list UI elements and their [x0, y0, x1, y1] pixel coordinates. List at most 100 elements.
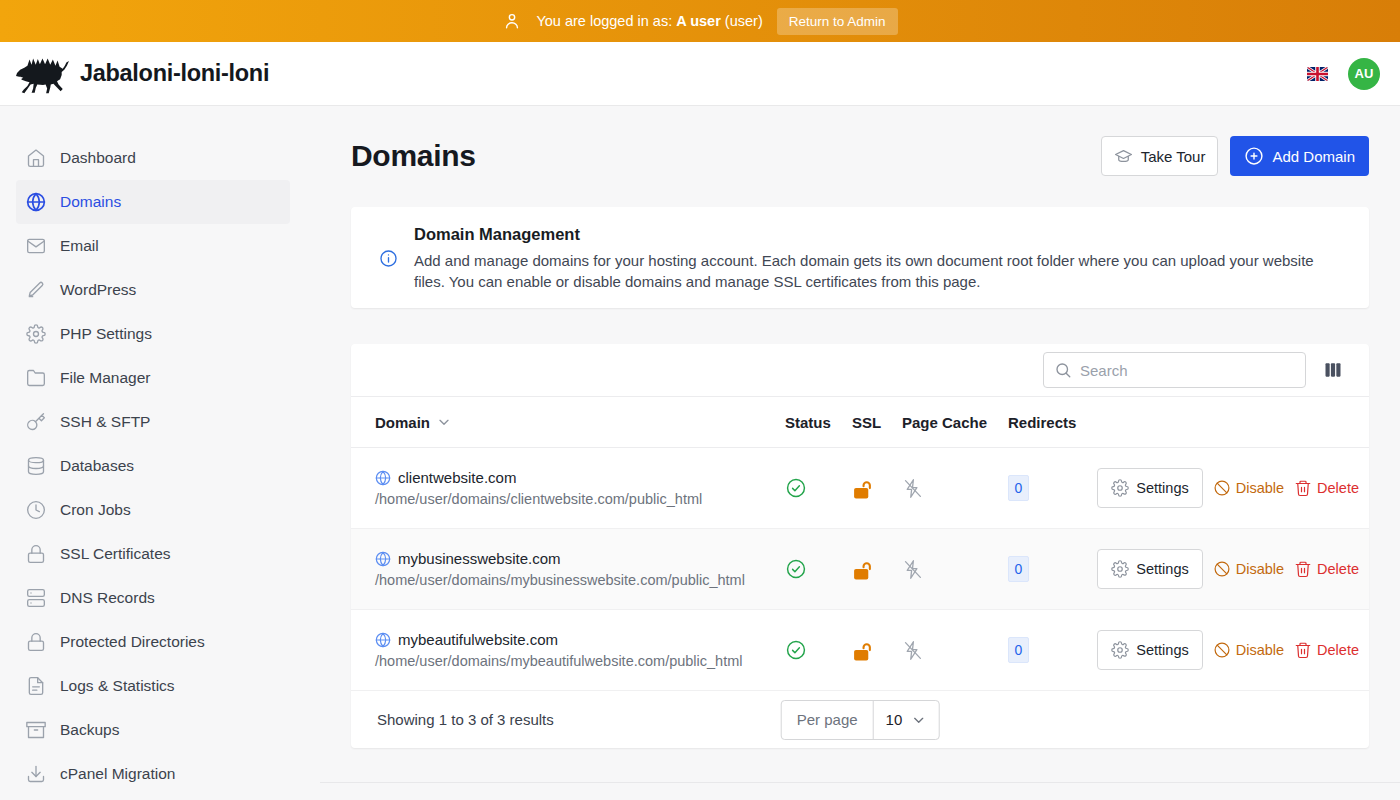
column-header-page-cache: Page Cache — [902, 414, 1008, 431]
status-enabled-icon — [785, 477, 807, 499]
home-icon — [26, 148, 46, 168]
main-content: Domains Take Tour Add Domain Domain Mana… — [320, 106, 1400, 800]
user-icon — [502, 11, 522, 31]
sidebar-item-dashboard[interactable]: Dashboard — [16, 136, 290, 180]
avatar[interactable]: AU — [1348, 58, 1380, 90]
columns-toggle-button[interactable] — [1323, 360, 1343, 380]
delete-button[interactable]: Delete — [1294, 479, 1359, 497]
banner-user-name: A user — [676, 13, 721, 29]
gear-icon — [26, 324, 46, 344]
mail-icon — [26, 236, 46, 256]
status-enabled-icon — [785, 639, 807, 661]
globe-icon — [375, 632, 391, 648]
per-page-label: Per page — [782, 701, 874, 739]
plus-circle-icon — [1244, 146, 1264, 166]
ban-icon — [1213, 641, 1231, 659]
take-tour-button[interactable]: Take Tour — [1101, 136, 1219, 176]
delete-button[interactable]: Delete — [1294, 560, 1359, 578]
sidebar-item-logs-statistics[interactable]: Logs & Statistics — [16, 664, 290, 708]
lock-icon — [26, 544, 46, 564]
table-header-row: Domain Status SSL Page Cache Redirects — [351, 396, 1369, 448]
search-input[interactable] — [1080, 362, 1295, 379]
sidebar-item-dns-records[interactable]: DNS Records — [16, 576, 290, 620]
add-domain-button[interactable]: Add Domain — [1230, 136, 1369, 176]
lock-icon — [26, 632, 46, 652]
ssl-unlocked-icon[interactable] — [852, 640, 873, 661]
page-title: Domains — [351, 139, 476, 173]
brand-name: Jabaloni-loni-loni — [80, 60, 269, 87]
sidebar-item-email[interactable]: Email — [16, 224, 290, 268]
globe-icon — [26, 192, 46, 212]
page-cache-disabled-icon[interactable] — [902, 478, 923, 499]
settings-button[interactable]: Settings — [1097, 630, 1202, 670]
redirects-badge[interactable]: 0 — [1008, 556, 1029, 582]
domain-path: /home/user/domains/mybeautifulwebsite.co… — [375, 653, 785, 669]
language-flag-icon[interactable] — [1307, 67, 1328, 81]
sidebar-item-cpanel-migration[interactable]: cPanel Migration — [16, 752, 290, 796]
sidebar-item-file-manager[interactable]: File Manager — [16, 356, 290, 400]
download-icon — [26, 764, 46, 784]
domain-name: clientwebsite.com — [398, 469, 516, 486]
ssl-unlocked-icon[interactable] — [852, 559, 873, 580]
column-header-status: Status — [785, 414, 852, 431]
table-row: mybusinesswebsite.com /home/user/domains… — [351, 529, 1369, 610]
sidebar-item-cron-jobs[interactable]: Cron Jobs — [16, 488, 290, 532]
per-page-select[interactable]: 10 — [874, 711, 939, 728]
domains-table-card: Domain Status SSL Page Cache Redirects c… — [351, 344, 1369, 748]
domain-name: mybeautifulwebsite.com — [398, 631, 558, 648]
folder-icon — [26, 368, 46, 388]
brand: Jabaloni-loni-loni — [16, 53, 269, 95]
key-icon — [26, 412, 46, 432]
ssl-unlocked-icon[interactable] — [852, 478, 873, 499]
pencil-icon — [26, 280, 46, 300]
archive-icon — [26, 720, 46, 740]
table-row: mybeautifulwebsite.com /home/user/domain… — [351, 610, 1369, 691]
table-footer: Showing 1 to 3 of 3 results Per page 10 — [351, 691, 1369, 748]
banner-message: You are logged in as: A user (user) — [536, 13, 762, 29]
domain-name: mybusinesswebsite.com — [398, 550, 561, 567]
page-cache-disabled-icon[interactable] — [902, 559, 923, 580]
sidebar-item-protected-directories[interactable]: Protected Directories — [16, 620, 290, 664]
info-body: Add and manage domains for your hosting … — [414, 251, 1319, 292]
domain-path: /home/user/domains/mybusinesswebsite.com… — [375, 572, 785, 588]
server-icon — [26, 588, 46, 608]
info-box: Domain Management Add and manage domains… — [351, 207, 1369, 308]
gear-icon — [1111, 641, 1129, 659]
sort-chevron-icon — [436, 414, 452, 430]
columns-icon — [1323, 360, 1343, 380]
info-title: Domain Management — [414, 223, 1319, 245]
header-right: AU — [1307, 58, 1384, 90]
delete-button[interactable]: Delete — [1294, 641, 1359, 659]
disable-button[interactable]: Disable — [1213, 560, 1284, 578]
boar-logo-icon — [16, 53, 70, 95]
sidebar-item-domains[interactable]: Domains — [16, 180, 290, 224]
search-box — [1043, 352, 1306, 388]
settings-button[interactable]: Settings — [1097, 549, 1202, 589]
impersonation-banner: You are logged in as: A user (user) Retu… — [0, 0, 1400, 42]
banner-user-role: (user) — [725, 13, 763, 29]
sidebar-item-databases[interactable]: Databases — [16, 444, 290, 488]
sidebar: Dashboard Domains Email WordPress PHP Se… — [0, 106, 320, 800]
page-cache-disabled-icon[interactable] — [902, 640, 923, 661]
sidebar-item-wordpress[interactable]: WordPress — [16, 268, 290, 312]
redirects-badge[interactable]: 0 — [1008, 637, 1029, 663]
column-header-redirects: Redirects — [1008, 414, 1095, 431]
column-header-domain[interactable]: Domain — [375, 414, 785, 431]
return-to-admin-button[interactable]: Return to Admin — [777, 8, 898, 35]
sidebar-item-ssh-sftp[interactable]: SSH & SFTP — [16, 400, 290, 444]
globe-icon — [375, 551, 391, 567]
trash-icon — [1294, 560, 1312, 578]
sidebar-item-php-settings[interactable]: PHP Settings — [16, 312, 290, 356]
disable-button[interactable]: Disable — [1213, 641, 1284, 659]
clock-icon — [26, 500, 46, 520]
settings-button[interactable]: Settings — [1097, 468, 1202, 508]
disable-button[interactable]: Disable — [1213, 479, 1284, 497]
chevron-down-icon — [910, 712, 926, 728]
graduation-cap-icon — [1114, 147, 1133, 166]
sidebar-item-backups[interactable]: Backups — [16, 708, 290, 752]
redirects-badge[interactable]: 0 — [1008, 475, 1029, 501]
ban-icon — [1213, 560, 1231, 578]
sidebar-item-ssl-certificates[interactable]: SSL Certificates — [16, 532, 290, 576]
search-icon — [1054, 361, 1072, 379]
trash-icon — [1294, 641, 1312, 659]
